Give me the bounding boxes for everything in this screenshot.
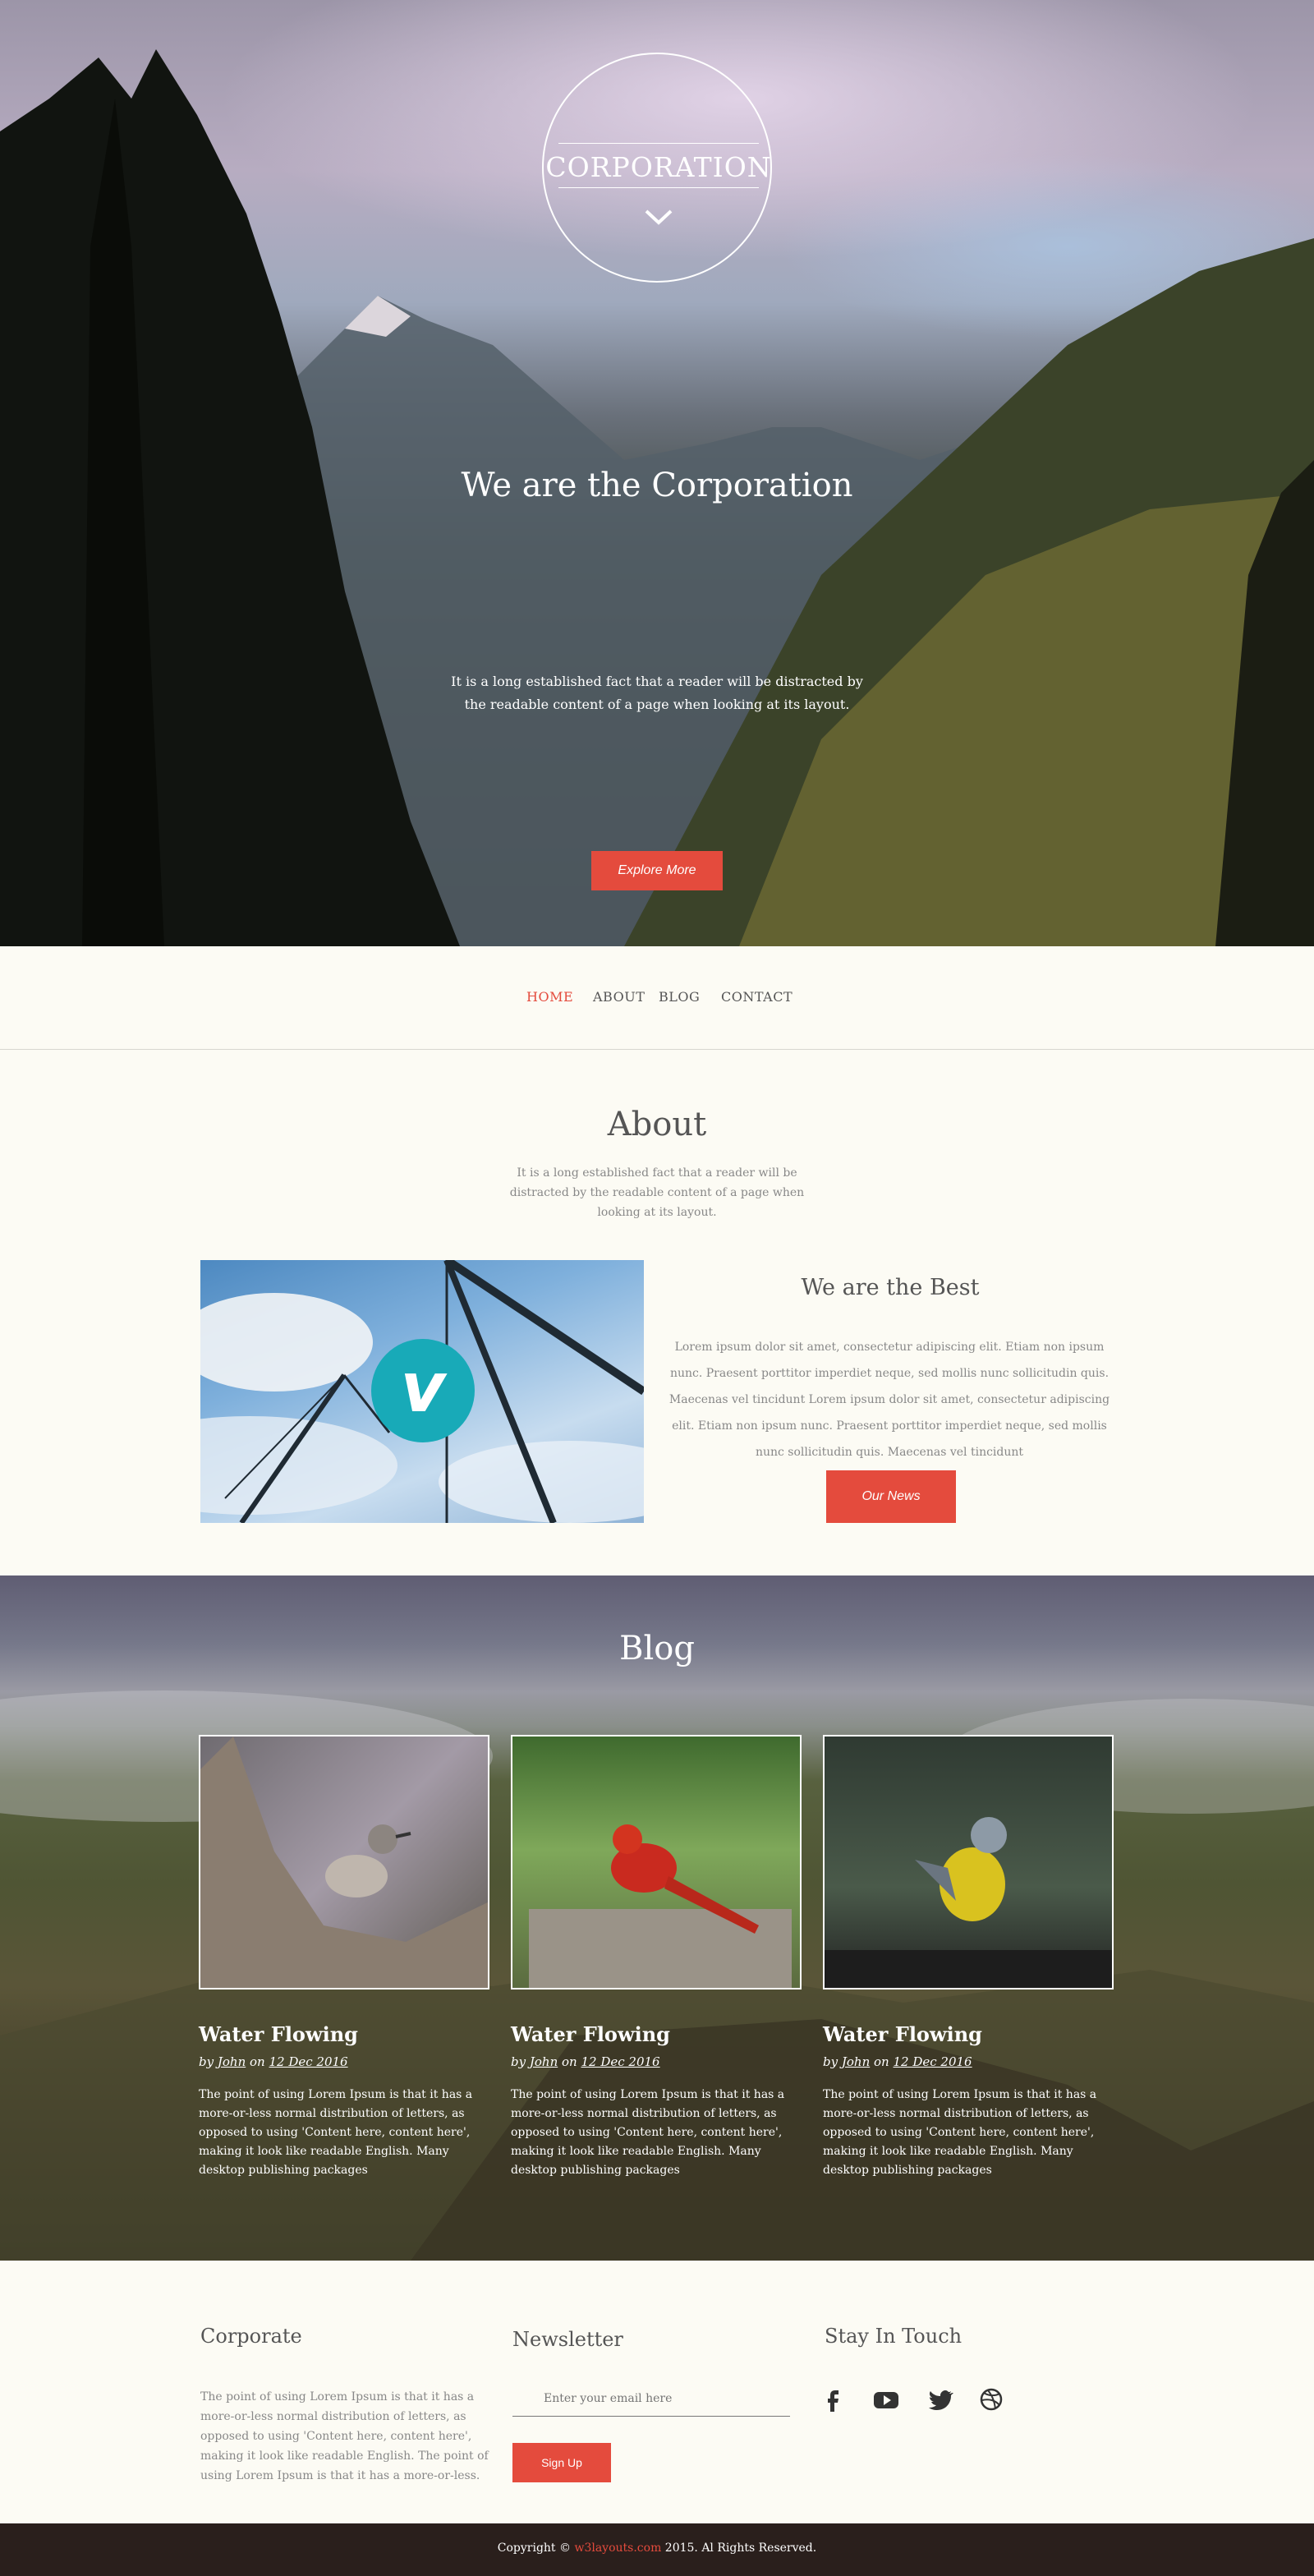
logo-circle[interactable]: CORPORATION [542,53,772,283]
copyright-suffix: 2015. Al Rights Reserved. [664,2542,817,2555]
blog-card[interactable]: Water Flowing by John on 12 Dec 2016 The… [511,1735,802,2180]
blog-meta-by: by [511,2054,526,2069]
blog-image[interactable] [511,1735,802,1990]
stay-in-touch-title: Stay In Touch [825,2325,963,2348]
blog-date-link[interactable]: 12 Dec 2016 [581,2054,660,2069]
footer-corporate: Corporate The point of using Lorem Ipsum… [200,2325,493,2486]
corporate-title: Corporate [200,2325,302,2348]
twitter-icon[interactable] [926,2385,954,2413]
bird-image [529,1824,792,1988]
copyright-bar: Copyright © w3layouts.com 2015. Al Right… [0,2523,1314,2576]
blog-post-title[interactable]: Water Flowing [199,2022,489,2046]
nav-item-contact[interactable]: CONTACT [721,989,793,1005]
facebook-icon[interactable] [820,2385,848,2413]
explore-more-button[interactable]: Explore More [591,851,723,890]
blog-card[interactable]: Water Flowing by John on 12 Dec 2016 The… [823,1735,1114,2180]
blog-author-link[interactable]: John [218,2054,246,2069]
corporate-text: The point of using Lorem Ipsum is that i… [200,2390,489,2482]
logo-rule-bottom [558,187,759,188]
blog-date-link[interactable]: 12 Dec 2016 [894,2054,972,2069]
sign-up-button[interactable]: Sign Up [512,2443,611,2482]
blog-date-link[interactable]: 12 Dec 2016 [269,2054,348,2069]
dribbble-icon[interactable] [977,2385,1005,2413]
blog-post-title[interactable]: Water Flowing [823,2022,1114,2046]
blog-meta-on: on [562,2054,577,2069]
best-text: Lorem ipsum dolor sit amet, consectetur … [668,1341,1110,1459]
vimeo-icon[interactable]: v [371,1339,475,1442]
email-input[interactable] [512,2380,790,2417]
blog-title: Blog [619,1630,695,1668]
blog-author-link[interactable]: John [842,2054,870,2069]
blog-image[interactable] [823,1735,1114,1990]
blog-author-link[interactable]: John [530,2054,558,2069]
blog-post-title[interactable]: Water Flowing [511,2022,802,2046]
youtube-icon[interactable] [872,2385,900,2413]
blog-meta-on: on [250,2054,265,2069]
copyright-prefix: Copyright © [497,2542,572,2555]
hero-title: We are the Corporation [461,467,853,504]
blog-post-excerpt: The point of using Lorem Ipsum is that i… [511,2088,785,2177]
blog-meta-on: on [874,2054,889,2069]
blog-section: Blog Water Flowing by John on 12 Dec 201… [0,1576,1314,2261]
bird-image [825,1817,1112,1988]
nav-item-about[interactable]: ABOUT [593,989,645,1005]
best-title: We are the Best [801,1275,980,1300]
blog-post-excerpt: The point of using Lorem Ipsum is that i… [823,2088,1097,2177]
newsletter-title: Newsletter [512,2328,623,2351]
hero-subtitle: It is a long established fact that a rea… [451,674,863,712]
blog-post-meta: by John on 12 Dec 2016 [823,2054,1114,2069]
nav-item-blog[interactable]: BLOG [659,989,700,1005]
about-description: It is a long established fact that a rea… [509,1166,805,1219]
main-nav: HOME ABOUT BLOG CONTACT [0,946,1314,1050]
nav-item-home[interactable]: HOME [526,989,573,1005]
chevron-down-icon[interactable] [644,207,673,227]
footer-stay-in-touch: Stay In Touch [825,2325,962,2348]
footer-newsletter: Newsletter [512,2328,623,2351]
our-news-button[interactable]: Our News [826,1470,956,1523]
hero-section: CORPORATION We are the Corporation It is… [0,0,1314,946]
blog-post-meta: by John on 12 Dec 2016 [511,2054,802,2069]
blog-meta-by: by [823,2054,838,2069]
logo-text: CORPORATION [545,151,772,183]
blog-image[interactable] [199,1735,489,1990]
about-title: About [607,1106,707,1143]
blog-post-excerpt: The point of using Lorem Ipsum is that i… [199,2088,473,2177]
about-video-thumbnail[interactable]: v [200,1260,644,1523]
blog-meta-by: by [199,2054,214,2069]
copyright-link[interactable]: w3layouts.com [574,2542,661,2555]
blog-post-meta: by John on 12 Dec 2016 [199,2054,489,2069]
bird-image [200,1736,488,1988]
blog-card[interactable]: Water Flowing by John on 12 Dec 2016 The… [199,1735,489,2180]
logo-rule-top [558,143,759,144]
